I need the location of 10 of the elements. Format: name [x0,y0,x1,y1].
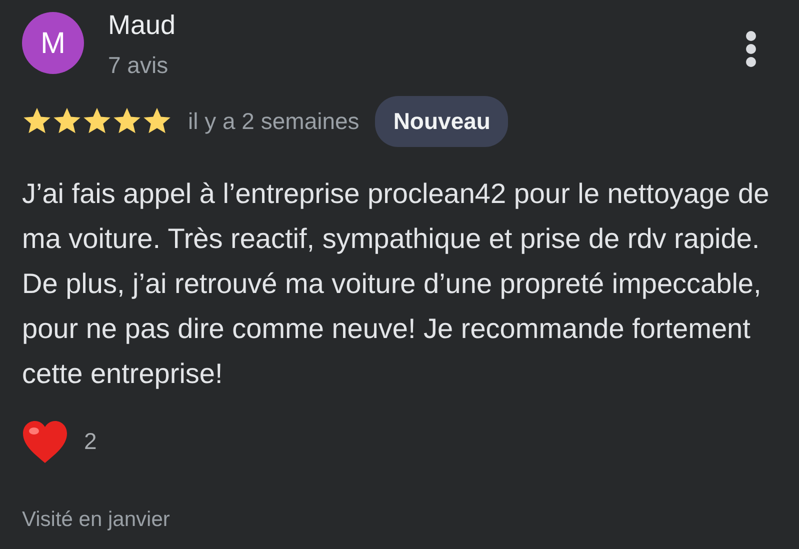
author-name[interactable]: Maud [108,8,737,42]
review-text: J’ai fais appel à l’entreprise proclean42 pour le nettoyage de ma voiture. Très reactif, sympathique et prise de rdv rapide. De plus, j’ai retrouvé ma voiture d’une propreté impeccable, pour ne pas dire comme neuve! Je recommande fortement cette entreprise! [22,176,770,391]
review-date: il y a 2 semaines [188,107,360,136]
more-options-icon[interactable] [745,30,757,68]
avatar: M [22,12,84,74]
reaction-count: 2 [84,427,97,456]
visit-date: Visité en janvier [22,506,171,532]
heart-icon[interactable] [22,420,68,464]
review-count: 7 avis [108,51,170,80]
new-badge: Nouveau [375,96,508,146]
